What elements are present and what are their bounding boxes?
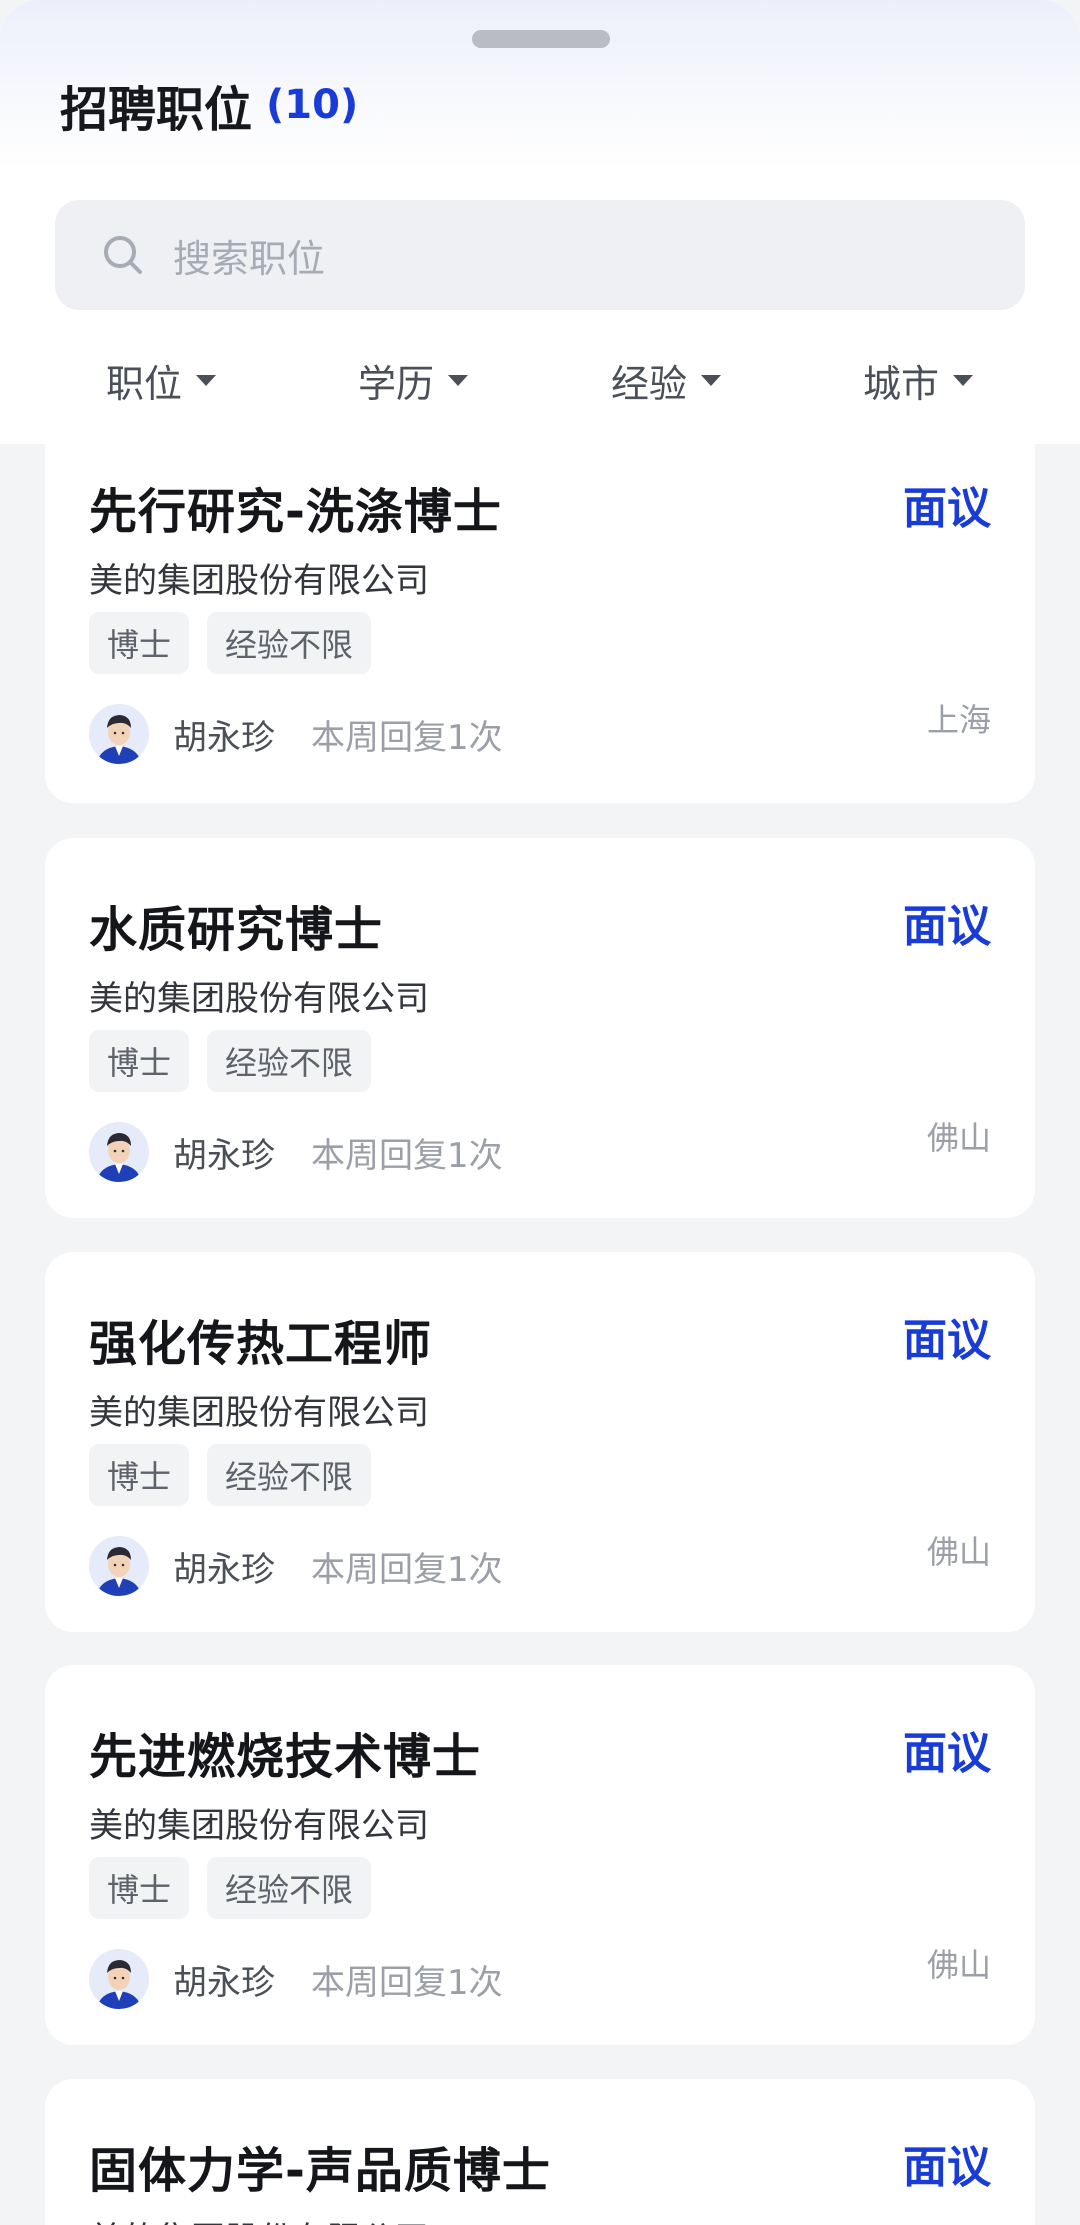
job-salary: 面议 [903,2142,991,2193]
job-title: 先进燃烧技术博士 [89,1729,482,1785]
job-city: 佛山 [926,1533,991,1571]
sheet-header: 招聘职位 (10) 搜索职位 职位 学历 经验 城市 [0,0,1080,444]
search-icon [104,236,142,274]
education-tag: 博士 [89,1857,190,1919]
recruiter-avatar [89,1536,149,1596]
job-company: 美的集团股份有限公司 [89,561,429,601]
job-card[interactable]: 水质研究博士 面议 美的集团股份有限公司 博士 经验不限 胡永珍 本周回复1次 … [45,838,1035,1218]
caret-down-icon [448,374,469,386]
filter-city[interactable]: 城市 [863,340,974,420]
filter-position[interactable]: 职位 [106,340,217,420]
experience-tag: 经验不限 [207,1030,372,1092]
title-text: 招聘职位 [60,82,253,138]
job-card[interactable]: 先进燃烧技术博士 面议 美的集团股份有限公司 博士 经验不限 胡永珍 本周回复1… [45,1665,1035,2045]
recruiter-info: 胡永珍 本周回复1次 [89,1120,503,1184]
drag-handle[interactable] [472,30,610,48]
recruiter-activity: 本周回复1次 [311,1962,503,2003]
experience-tag: 经验不限 [207,1857,372,1919]
job-company: 美的集团股份有限公司 [89,2212,429,2225]
recruiter-avatar [89,704,149,764]
search-input[interactable]: 搜索职位 [55,200,1025,310]
filter-label: 职位 [106,361,183,406]
caret-down-icon [953,374,974,386]
recruiter-name: 胡永珍 [173,717,275,758]
recruiter-info: 胡永珍 本周回复1次 [89,1534,503,1598]
recruiter-activity: 本周回复1次 [311,1135,503,1176]
job-title: 固体力学-声品质博士 [89,2143,551,2199]
caret-down-icon [701,374,722,386]
job-city: 佛山 [926,1946,991,1984]
job-tags: 博士 经验不限 [89,1857,389,1919]
job-card[interactable]: 强化传热工程师 面议 美的集团股份有限公司 博士 经验不限 胡永珍 本周回复1次… [45,1252,1035,1632]
job-salary: 面议 [903,1728,991,1779]
experience-tag: 经验不限 [207,1444,372,1506]
education-tag: 博士 [89,1444,190,1506]
job-salary: 面议 [903,901,991,952]
job-card[interactable]: 固体力学-声品质博士 面议 美的集团股份有限公司 [45,2079,1035,2225]
job-city: 上海 [926,701,991,739]
job-title: 先行研究-洗涤博士 [89,484,502,540]
job-city: 佛山 [926,1119,991,1157]
filter-label: 城市 [863,361,940,406]
job-salary: 面议 [903,1315,991,1366]
job-card[interactable]: 先行研究-洗涤博士 面议 美的集团股份有限公司 博士 经验不限 胡永珍 本周回复… [45,420,1035,803]
job-tags: 博士 经验不限 [89,612,389,674]
filter-bar: 职位 学历 经验 城市 [0,340,1080,420]
recruiter-info: 胡永珍 本周回复1次 [89,1947,503,2011]
search-placeholder: 搜索职位 [173,236,326,281]
experience-tag: 经验不限 [207,612,372,674]
job-salary: 面议 [903,483,991,534]
recruiter-avatar [89,1122,149,1182]
recruiter-avatar [89,1949,149,2009]
job-tags: 博士 经验不限 [89,1030,389,1092]
job-count: (10) [266,82,359,128]
job-title: 强化传热工程师 [89,1316,433,1372]
recruiter-name: 胡永珍 [173,1135,275,1176]
recruiter-activity: 本周回复1次 [311,1549,503,1590]
job-company: 美的集团股份有限公司 [89,1806,429,1846]
recruiter-name: 胡永珍 [173,1962,275,2003]
recruiter-activity: 本周回复1次 [311,717,503,758]
job-company: 美的集团股份有限公司 [89,979,429,1019]
page-title: 招聘职位 (10) [60,70,358,140]
education-tag: 博士 [89,612,190,674]
caret-down-icon [196,374,217,386]
job-title: 水质研究博士 [89,902,384,958]
filter-experience[interactable]: 经验 [611,340,722,420]
filter-label: 学历 [358,361,435,406]
job-tags: 博士 经验不限 [89,1444,389,1506]
filter-label: 经验 [611,361,688,406]
recruiter-name: 胡永珍 [173,1549,275,1590]
filter-education[interactable]: 学历 [358,340,469,420]
job-company: 美的集团股份有限公司 [89,1393,429,1433]
recruiter-info: 胡永珍 本周回复1次 [89,702,503,766]
education-tag: 博士 [89,1030,190,1092]
